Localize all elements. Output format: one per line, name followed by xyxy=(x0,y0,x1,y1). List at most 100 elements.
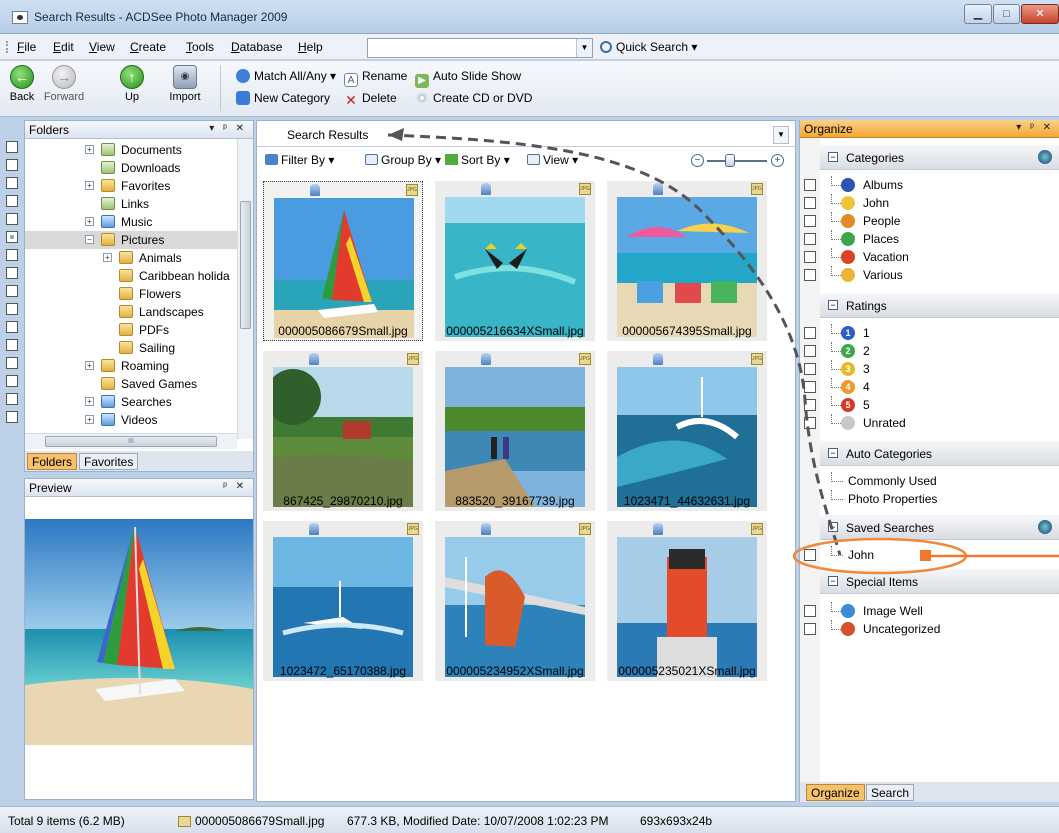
section-special[interactable]: − Special Items xyxy=(820,568,1059,594)
forward-button[interactable]: → Forward xyxy=(40,65,88,103)
new-category-button[interactable]: New Category xyxy=(236,91,330,105)
categories-item[interactable]: John xyxy=(800,194,1059,212)
import-button[interactable]: ◉ Import xyxy=(165,65,205,103)
menu-database[interactable]: Database xyxy=(231,40,282,54)
folder-item[interactable]: Downloads xyxy=(25,159,237,177)
folder-checkbox[interactable] xyxy=(6,303,18,315)
collapse-icon[interactable]: − xyxy=(828,448,838,458)
categories-item[interactable]: People xyxy=(800,212,1059,230)
ratings-item[interactable]: 55 xyxy=(800,396,1059,414)
view-button[interactable]: View ▾ xyxy=(527,153,578,167)
search-results-tab[interactable]: Search Results ▼ xyxy=(257,121,795,147)
section-saved[interactable]: − Saved Searches xyxy=(820,514,1059,540)
menu-file[interactable]: File xyxy=(17,40,36,54)
folder-item[interactable]: Sailing xyxy=(25,339,237,357)
folder-checkbox[interactable] xyxy=(6,285,18,297)
ratings-item[interactable]: 22 xyxy=(800,342,1059,360)
saved-item[interactable]: John xyxy=(800,546,1059,564)
folders-scrollbar[interactable] xyxy=(237,139,253,439)
scroll-thumb[interactable] xyxy=(240,201,251,329)
back-button[interactable]: ← Back xyxy=(4,65,40,103)
expand-icon[interactable]: + xyxy=(85,397,94,406)
folder-checkbox[interactable] xyxy=(6,231,18,243)
folder-item[interactable]: Caribbean holida xyxy=(25,267,237,285)
menu-view[interactable]: View xyxy=(89,40,115,54)
ratings-item[interactable]: 11 xyxy=(800,324,1059,342)
thumbnail[interactable]: JPG xyxy=(607,351,767,511)
thumbnail[interactable]: JPG xyxy=(435,351,595,511)
item-checkbox[interactable] xyxy=(804,399,816,411)
expand-icon[interactable]: + xyxy=(103,253,112,262)
folder-item[interactable]: + Animals xyxy=(25,249,237,267)
folder-checkbox[interactable] xyxy=(6,321,18,333)
folder-checkbox[interactable] xyxy=(6,213,18,225)
folder-item[interactable]: Flowers xyxy=(25,285,237,303)
thumbnail[interactable]: JPG xyxy=(263,521,423,681)
ratings-item[interactable]: 44 xyxy=(800,378,1059,396)
auto-item[interactable]: Commonly Used xyxy=(800,472,1059,490)
close-button[interactable]: ✕ xyxy=(1021,4,1059,24)
scroll-thumb[interactable]: III xyxy=(45,436,217,447)
thumbnail[interactable]: JPG xyxy=(263,181,423,341)
thumbnail[interactable]: JPG xyxy=(263,351,423,511)
menu-tools[interactable]: Tools xyxy=(186,40,214,54)
item-checkbox[interactable] xyxy=(804,549,816,561)
zoom-out-icon[interactable]: − xyxy=(691,154,704,167)
expand-icon[interactable]: + xyxy=(85,217,94,226)
tab-organize[interactable]: Organize xyxy=(806,784,865,801)
item-checkbox[interactable] xyxy=(804,269,816,281)
folders-hscrollbar[interactable]: III xyxy=(25,433,237,449)
folder-item[interactable]: Landscapes xyxy=(25,303,237,321)
collapse-icon[interactable]: − xyxy=(828,522,838,532)
menu-edit[interactable]: Edit xyxy=(53,40,74,54)
tab-folders[interactable]: Folders xyxy=(27,453,78,470)
section-categories[interactable]: − Categories xyxy=(820,144,1059,170)
zoom-in-icon[interactable]: + xyxy=(771,154,784,167)
folder-item[interactable]: Saved Games xyxy=(25,375,237,393)
thumbnail[interactable]: JPG xyxy=(607,181,767,341)
section-auto[interactable]: − Auto Categories xyxy=(820,440,1059,466)
rename-button[interactable]: A Rename xyxy=(344,69,407,87)
categories-item[interactable]: Places xyxy=(800,230,1059,248)
thumbnail[interactable]: JPG xyxy=(607,521,767,681)
match-all-button[interactable]: Match All/Any ▾ xyxy=(236,69,336,83)
zoom-slider[interactable]: − + xyxy=(691,154,789,168)
create-cd-button[interactable]: Create CD or DVD xyxy=(415,91,532,105)
quick-search-input[interactable]: ▼ xyxy=(367,38,593,58)
folder-checkbox[interactable] xyxy=(6,195,18,207)
panel-controls[interactable]: ▾ ᵖ ✕ xyxy=(1016,122,1054,133)
add-icon[interactable] xyxy=(1038,520,1052,534)
up-button[interactable]: ↑ Up xyxy=(120,65,144,103)
item-checkbox[interactable] xyxy=(804,215,816,227)
special-item[interactable]: Image Well xyxy=(800,602,1059,620)
ratings-item[interactable]: Unrated xyxy=(800,414,1059,432)
expand-icon[interactable]: + xyxy=(85,145,94,154)
special-item[interactable]: Uncategorized xyxy=(800,620,1059,638)
expand-icon[interactable]: + xyxy=(85,415,94,424)
folder-item[interactable]: PDFs xyxy=(25,321,237,339)
auto-slide-show-button[interactable]: ▶ Auto Slide Show xyxy=(415,69,521,88)
maximize-button[interactable]: □ xyxy=(993,4,1020,24)
item-checkbox[interactable] xyxy=(804,327,816,339)
item-checkbox[interactable] xyxy=(804,345,816,357)
item-checkbox[interactable] xyxy=(804,623,816,635)
folder-checkbox[interactable] xyxy=(6,411,18,423)
folder-checkbox[interactable] xyxy=(6,357,18,369)
folder-checkbox[interactable] xyxy=(6,393,18,405)
collapse-icon[interactable]: − xyxy=(828,300,838,310)
chevron-down-icon[interactable]: ▼ xyxy=(773,126,789,144)
categories-item[interactable]: Vacation xyxy=(800,248,1059,266)
menu-help[interactable]: Help xyxy=(298,40,323,54)
chevron-down-icon[interactable]: ▼ xyxy=(576,39,592,57)
item-checkbox[interactable] xyxy=(804,605,816,617)
folder-checkbox[interactable] xyxy=(6,249,18,261)
item-checkbox[interactable] xyxy=(804,381,816,393)
item-checkbox[interactable] xyxy=(804,417,816,429)
ratings-item[interactable]: 33 xyxy=(800,360,1059,378)
categories-item[interactable]: Various xyxy=(800,266,1059,284)
auto-item[interactable]: Photo Properties xyxy=(800,490,1059,508)
thumbnail[interactable]: JPG xyxy=(435,521,595,681)
collapse-icon[interactable]: − xyxy=(85,235,94,244)
item-checkbox[interactable] xyxy=(804,179,816,191)
item-checkbox[interactable] xyxy=(804,363,816,375)
